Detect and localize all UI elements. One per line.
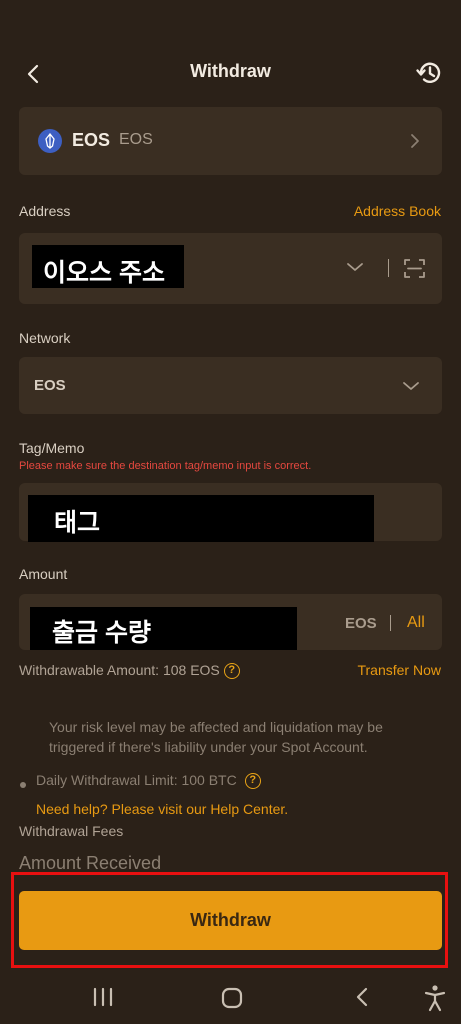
tag-label: Tag/Memo [19,440,85,456]
eos-logo-icon [38,129,62,153]
withdrawable-text: Withdrawable Amount: 108 EOS [19,662,220,678]
amount-unit: EOS [345,615,377,632]
accessibility-icon[interactable] [423,984,447,1012]
nav-back-icon[interactable] [352,986,372,1008]
page-title: Withdraw [190,61,271,81]
chevron-down-icon[interactable] [346,261,364,273]
address-input[interactable]: 이오스 주소 [19,233,442,304]
divider [390,615,391,631]
address-value: 이오스 주소 [32,245,184,288]
tag-input[interactable]: 태그 [19,483,442,542]
amount-value: 출금 수량 [30,607,297,650]
network-label: Network [19,330,71,346]
coin-symbol: EOS [72,130,111,150]
chevron-down-icon [403,382,419,390]
amount-input[interactable]: 출금 수량 EOS All [19,594,442,650]
chevron-right-icon [411,134,419,148]
bullet-dot [20,782,26,788]
network-selector[interactable]: EOS [19,357,442,414]
question-circle-icon[interactable]: ? [244,773,261,790]
amount-received-label: Amount Received [19,853,162,873]
address-book-link[interactable]: Address Book [354,203,441,219]
address-label: Address [19,203,71,219]
risk-notice: Your risk level may be affected and liqu… [49,719,383,755]
daily-limit-text: Daily Withdrawal Limit: 100 BTC [36,772,237,788]
all-button[interactable]: All [407,614,425,632]
daily-limit: Daily Withdrawal Limit: 100 BTC? [36,772,261,790]
history-icon[interactable] [415,58,445,88]
system-nav-bar [0,976,461,1024]
transfer-now-link[interactable]: Transfer Now [357,662,441,678]
amount-label: Amount [19,566,68,582]
coin-name: EOS [119,131,153,148]
tag-value: 태그 [28,495,374,542]
header-bar: Withdraw [0,48,461,98]
withdraw-button[interactable]: Withdraw [19,891,442,950]
recent-apps-icon[interactable] [92,986,114,1008]
network-value: EOS [34,377,66,394]
question-circle-icon[interactable]: ? [223,663,240,680]
divider [388,259,389,277]
home-icon[interactable] [220,986,244,1010]
help-center-link[interactable]: Need help? Please visit our Help Center. [36,801,288,817]
tag-warning: Please make sure the destination tag/mem… [19,460,312,472]
coin-selector[interactable]: EOS EOS [19,107,442,175]
scan-icon[interactable] [403,257,426,280]
withdrawable-amount: Withdrawable Amount: 108 EOS? [19,662,240,680]
withdrawal-fees-label: Withdrawal Fees [19,823,124,839]
